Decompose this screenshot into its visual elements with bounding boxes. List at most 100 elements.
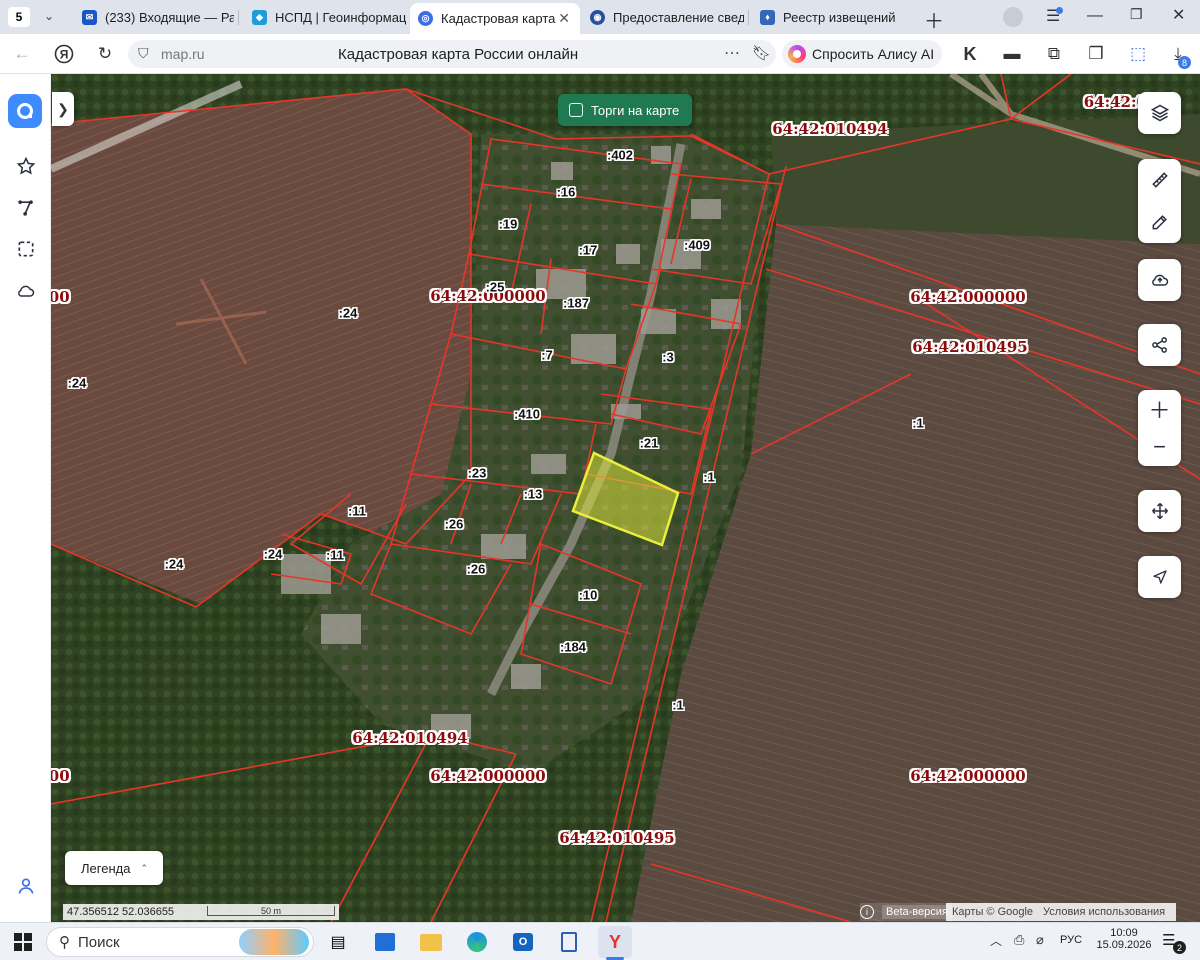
yandex-logo-icon[interactable]: Я [52,42,76,66]
locate-me-button[interactable] [1138,556,1181,598]
parcel-label[interactable]: :26 [467,562,486,577]
map-canvas[interactable] [51,74,1200,922]
search-highlight-icon [239,929,309,955]
parcel-label[interactable]: :21 [640,436,659,451]
tab-count[interactable]: 5 [8,7,30,27]
parcel-label[interactable]: :402 [607,148,633,163]
parcel-label[interactable]: :10 [579,588,598,603]
parcel-label[interactable]: :1 [703,470,715,485]
pan-button[interactable] [1138,490,1181,532]
parcel-label[interactable]: :410 [514,407,540,422]
parcel-label[interactable]: :24 [165,557,184,572]
tab-rosreestr[interactable]: ◉ Предоставление сведе [582,4,744,30]
parcel-label[interactable]: :11 [348,504,366,519]
auctions-toggle-button[interactable]: Торги на карте [558,94,692,126]
parcel-label[interactable]: :17 [579,243,598,258]
auctions-checkbox[interactable] [569,103,583,117]
parcel-label[interactable]: :3 [662,350,674,365]
tray-device-icon[interactable]: ⎙ [1014,932,1024,948]
zoom-out-icon[interactable]: − [1138,428,1181,466]
parcel-label[interactable]: :1 [912,416,924,431]
edge-icon[interactable] [464,929,490,955]
parcel-label[interactable]: :24 [68,376,87,391]
minimize-icon[interactable]: — [1087,7,1103,25]
block-label[interactable]: 000 [51,767,70,785]
back-icon[interactable]: ← [10,42,34,66]
tab-nspd[interactable]: ◆ НСПД | Геоинформац [244,4,406,30]
satellite-map[interactable]: 64:42:010494 64:42:0100 64:42:000000 64:… [51,74,1200,922]
map-ru-logo-icon[interactable] [8,94,42,128]
ask-alisa-button[interactable]: Спросить Алису AI [782,40,942,68]
block-label[interactable]: 64:42:010494 [772,120,887,138]
window-close-icon[interactable]: ✕ [1172,5,1185,25]
parcel-label[interactable]: :24 [264,547,283,562]
legend-button[interactable]: Легенда ⌃ [65,851,163,885]
parcel-label[interactable]: :1 [672,698,684,713]
block-label[interactable]: 64:42:000000 [430,767,545,785]
parcel-label[interactable]: :24 [339,306,358,321]
parcel-label[interactable]: :19 [499,217,518,232]
tab-list-chevron-icon[interactable]: ⌄ [44,9,54,23]
language-indicator[interactable]: РУС [1060,934,1082,946]
parcel-label[interactable]: :23 [468,466,487,481]
extension-k-icon[interactable]: K [958,42,982,66]
tab-registry[interactable]: ♦ Реестр извещений [752,4,912,30]
block-label[interactable]: 64:42:010494 [352,729,467,747]
extensions-puzzle-icon[interactable]: ⧉ [1042,42,1066,66]
zoom-in-icon[interactable]: ＋ [1138,390,1181,428]
user-profile-icon[interactable] [12,872,40,900]
file-explorer-icon[interactable] [418,929,444,955]
bookmark-icon[interactable]: 🔖︎ [752,44,771,62]
more-options-icon[interactable]: ⋯ [724,43,740,63]
parcel-label[interactable]: :11 [326,548,344,563]
parcel-label[interactable]: :26 [445,517,464,532]
parcel-label[interactable]: :409 [684,238,710,253]
parcel-label[interactable]: :187 [563,296,589,311]
block-label[interactable]: 64:42:000000 [910,767,1025,785]
yandex-browser-icon[interactable]: Y [598,926,632,958]
edit-pencil-icon[interactable] [1138,201,1181,243]
block-label[interactable]: 64:42:000000 [910,288,1025,306]
ruler-icon[interactable] [1138,159,1181,201]
cloud-upload-button[interactable] [1138,259,1181,301]
route-icon[interactable] [12,194,40,222]
terms-link[interactable]: Условия использования [1043,906,1165,918]
parcel-label[interactable]: :13 [524,487,543,502]
extension-cap-icon[interactable]: ▬ [1000,42,1024,66]
tab-kadastr-active[interactable]: ◎ Кадастровая карта ✕ [410,3,580,34]
copyright-text: Карты © Google [952,906,1034,918]
share-button[interactable] [1138,324,1181,366]
task-view-icon[interactable]: ▤ [325,929,351,955]
expand-panel-chevron-icon[interactable]: ❯ [52,92,74,126]
collections-icon[interactable]: ❒ [1084,42,1108,66]
clock[interactable]: 10:09 15.09.2026 [1094,927,1154,951]
url-field[interactable]: ⛉ map.ru Кадастровая карта России онлайн… [128,40,776,68]
restore-icon[interactable]: ❐ [1130,6,1143,23]
block-label[interactable]: 64:42:010495 [912,338,1027,356]
taskbar-search[interactable]: ⚲ Поиск [46,927,314,957]
tab-mail[interactable]: ✉ (233) Входящие — Рам [74,4,234,30]
extension-translate-icon[interactable]: ⬚ [1126,42,1150,66]
info-icon[interactable]: i [860,905,874,919]
parcel-label[interactable]: :184 [560,640,586,655]
favorites-star-icon[interactable] [12,152,40,180]
layers-button[interactable] [1138,92,1181,134]
tray-chevron-up-icon[interactable]: ︿ [990,932,1002,949]
network-offline-icon[interactable]: ⌀ [1036,932,1044,948]
reload-icon[interactable]: ↻ [93,42,117,66]
notepad-icon[interactable] [556,929,582,955]
block-label[interactable]: 64:42:010495 [559,829,674,847]
parcel-label[interactable]: :25 [486,280,505,295]
parcel-label[interactable]: :16 [557,185,576,200]
cloud-icon[interactable] [12,277,40,305]
outlook-icon[interactable]: O [510,929,536,955]
profile-avatar-icon[interactable] [1003,7,1023,27]
parcel-label[interactable]: :7 [541,348,553,363]
area-select-icon[interactable] [12,235,40,263]
microsoft-store-icon[interactable] [372,929,398,955]
close-tab-icon[interactable]: ✕ [558,10,570,27]
windows-start-icon[interactable] [10,929,36,955]
new-tab-icon[interactable]: ＋ [924,5,944,34]
block-label[interactable]: 000 [51,288,70,306]
site-security-icon[interactable]: ⛉ [138,45,149,62]
